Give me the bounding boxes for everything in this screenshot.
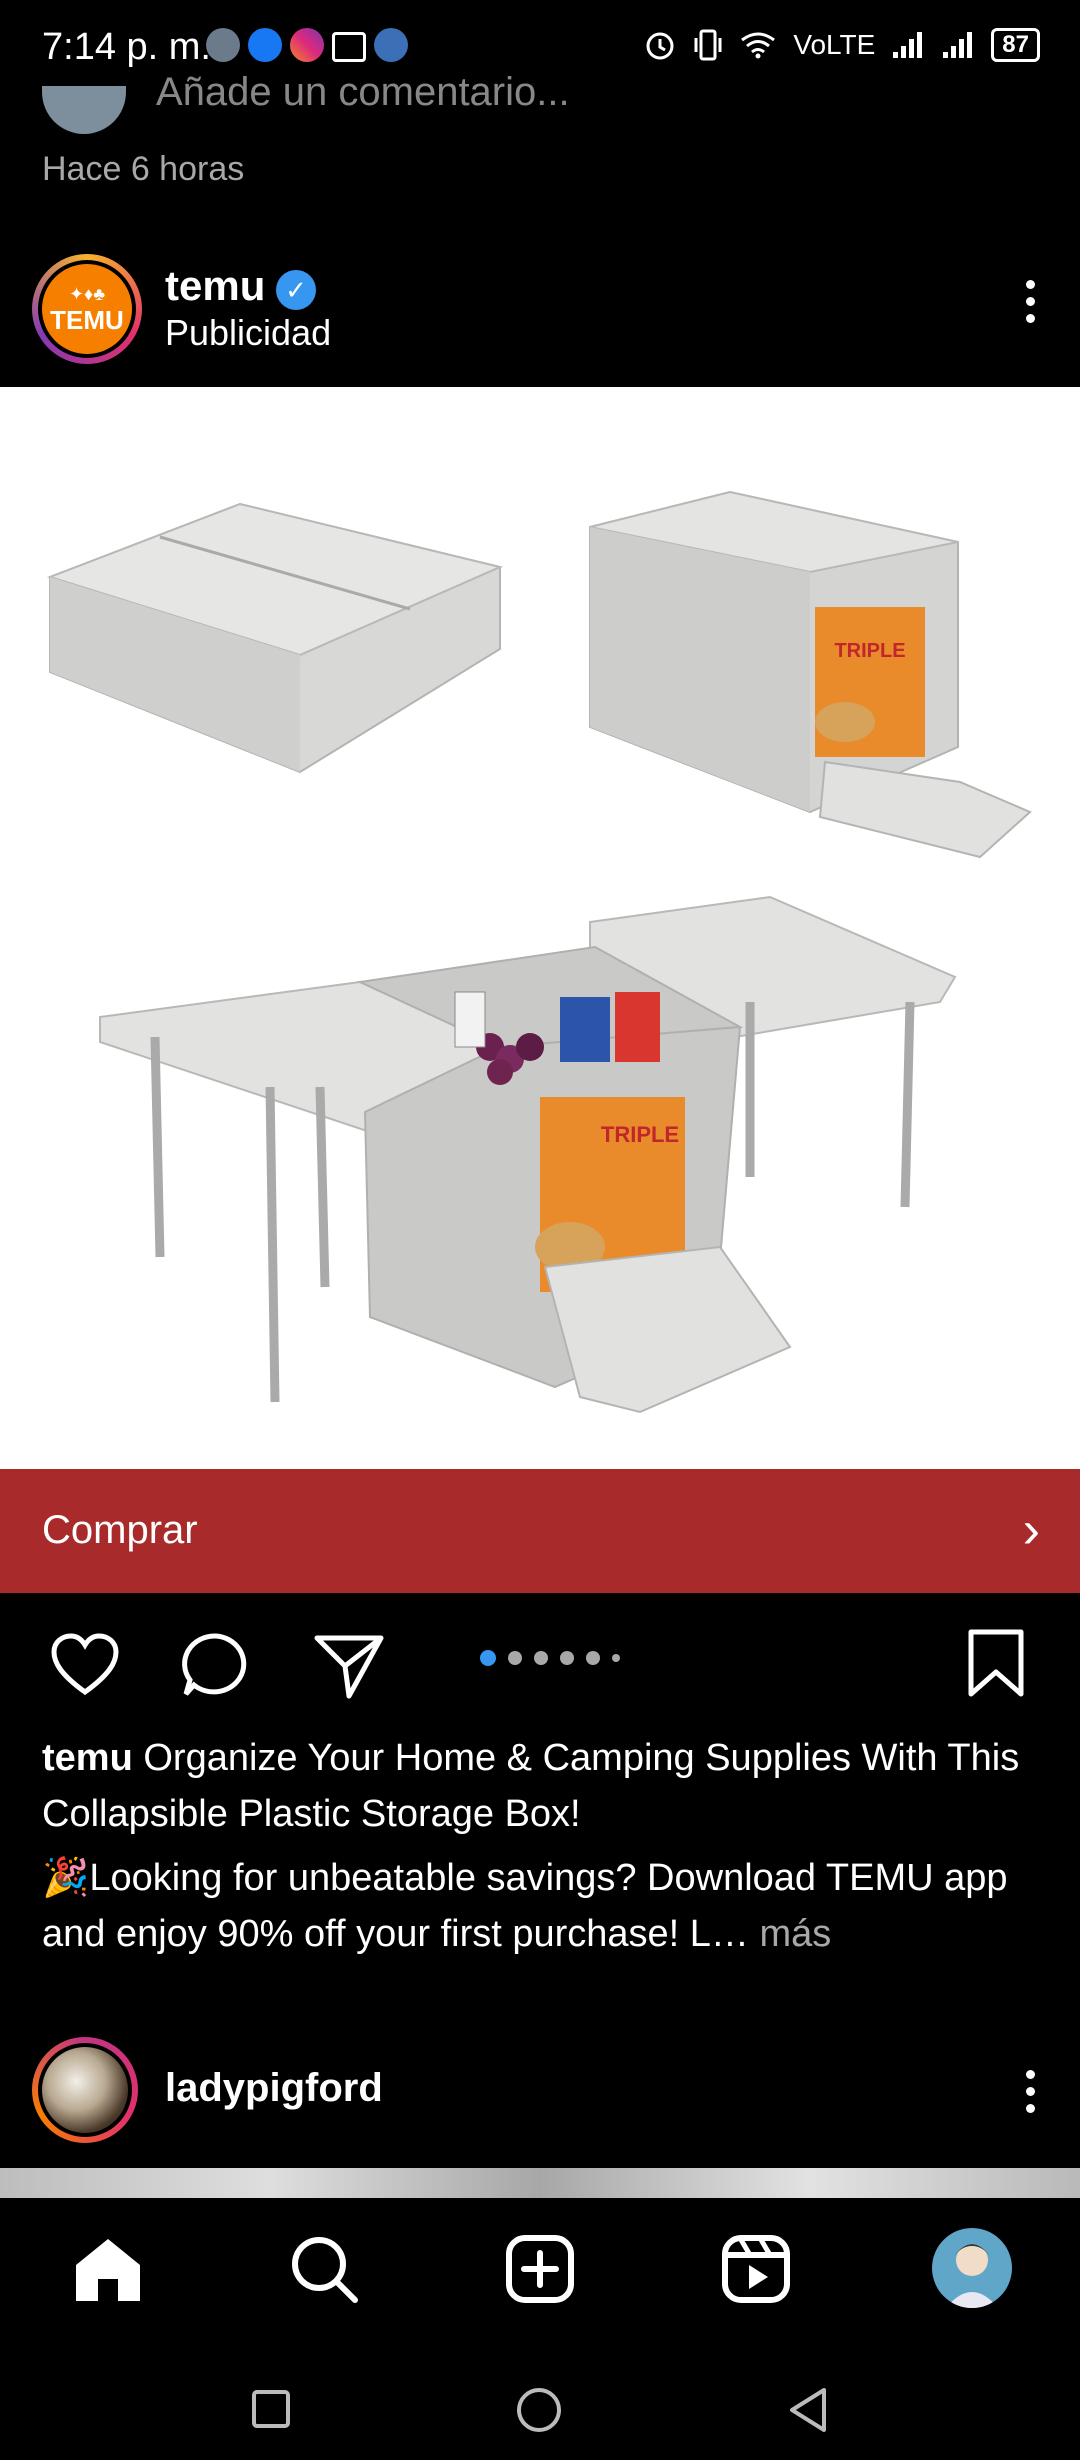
network-type: VoLTE: [793, 29, 876, 60]
carousel-indicator: [480, 1650, 620, 1666]
status-notification-icons: [206, 28, 408, 62]
instagram-icon: [290, 28, 324, 62]
carousel-dot: [534, 1651, 548, 1665]
comment-input[interactable]: Añade un comentario...: [156, 70, 570, 115]
carousel-dot-active: [480, 1650, 496, 1666]
avatar-text: TEMU: [50, 305, 124, 335]
gmail-icon: [332, 32, 366, 62]
post-caption: temu Organize Your Home & Camping Suppli…: [42, 1730, 1042, 1842]
caption-text: Organize Your Home & Camping Supplies Wi…: [42, 1737, 1020, 1835]
vibrate-icon: [694, 29, 722, 61]
avatar[interactable]: ✦♦♣ TEMU: [42, 264, 132, 354]
battery-level: 87: [991, 28, 1040, 62]
status-time: 7:14 p. m.: [42, 26, 211, 68]
shop-now-label[interactable]: Comprar: [42, 1508, 198, 1553]
square-recents-icon[interactable]: [250, 2388, 292, 2430]
chevron-right-icon[interactable]: ›: [1023, 1500, 1040, 1560]
product-label: TRIPLE: [834, 640, 905, 662]
circle-home-icon[interactable]: [515, 2386, 563, 2434]
facebook-icon: [248, 28, 282, 62]
post-time-ago: Hace 6 horas: [42, 150, 245, 188]
post-options-button[interactable]: [1020, 280, 1040, 323]
post-username[interactable]: ladypigford: [165, 2066, 383, 2111]
profile-avatar[interactable]: [932, 2228, 1012, 2308]
caption-username[interactable]: temu: [42, 1737, 133, 1779]
app-notification-icon: [206, 28, 240, 62]
profile-avatar-image: [946, 2244, 998, 2308]
system-navigation: [0, 2340, 1080, 2460]
post-options-button[interactable]: [1020, 2070, 1040, 2113]
product-label: TRIPLE: [601, 1122, 679, 1147]
post-username[interactable]: temu: [165, 262, 265, 310]
carousel-dot: [612, 1654, 620, 1662]
home-icon[interactable]: [72, 2235, 144, 2305]
more-link[interactable]: más: [759, 1913, 831, 1955]
reels-icon[interactable]: [720, 2233, 792, 2305]
avatar[interactable]: [42, 2047, 128, 2133]
previous-commenter-avatar[interactable]: [42, 86, 126, 134]
signal-icon: [893, 32, 923, 58]
send-icon[interactable]: [313, 1630, 385, 1702]
product-illustration: TRIPLE TRIPLE: [46, 490, 1032, 1414]
search-icon[interactable]: [288, 2233, 360, 2305]
heart-icon[interactable]: [50, 1632, 120, 1698]
alarm-icon: [646, 32, 674, 60]
next-post-image[interactable]: [0, 2168, 1080, 2198]
carousel-dot: [560, 1651, 574, 1665]
carousel-dot: [586, 1651, 600, 1665]
sponsored-label: Publicidad: [165, 312, 332, 353]
post-caption-extra: 🎉Looking for unbeatable savings? Downloa…: [42, 1850, 1042, 1962]
wifi-icon: [741, 32, 776, 59]
bookmark-icon[interactable]: [965, 1628, 1027, 1700]
post-image[interactable]: TRIPLE TRIPLE: [0, 387, 1080, 1469]
carousel-dot: [508, 1651, 522, 1665]
back-triangle-icon[interactable]: [786, 2386, 830, 2434]
app-notification-icon: [374, 28, 408, 62]
verified-badge-icon: ✓: [276, 270, 316, 310]
status-indicators: VoLTE 87: [643, 28, 1040, 62]
temu-logo-icon: ✦♦♣: [68, 284, 106, 304]
signal-icon: [943, 32, 973, 58]
plus-square-icon[interactable]: [504, 2233, 576, 2305]
caption-extra-text: 🎉Looking for unbeatable savings? Downloa…: [42, 1857, 1008, 1955]
comment-icon[interactable]: [180, 1630, 252, 1702]
